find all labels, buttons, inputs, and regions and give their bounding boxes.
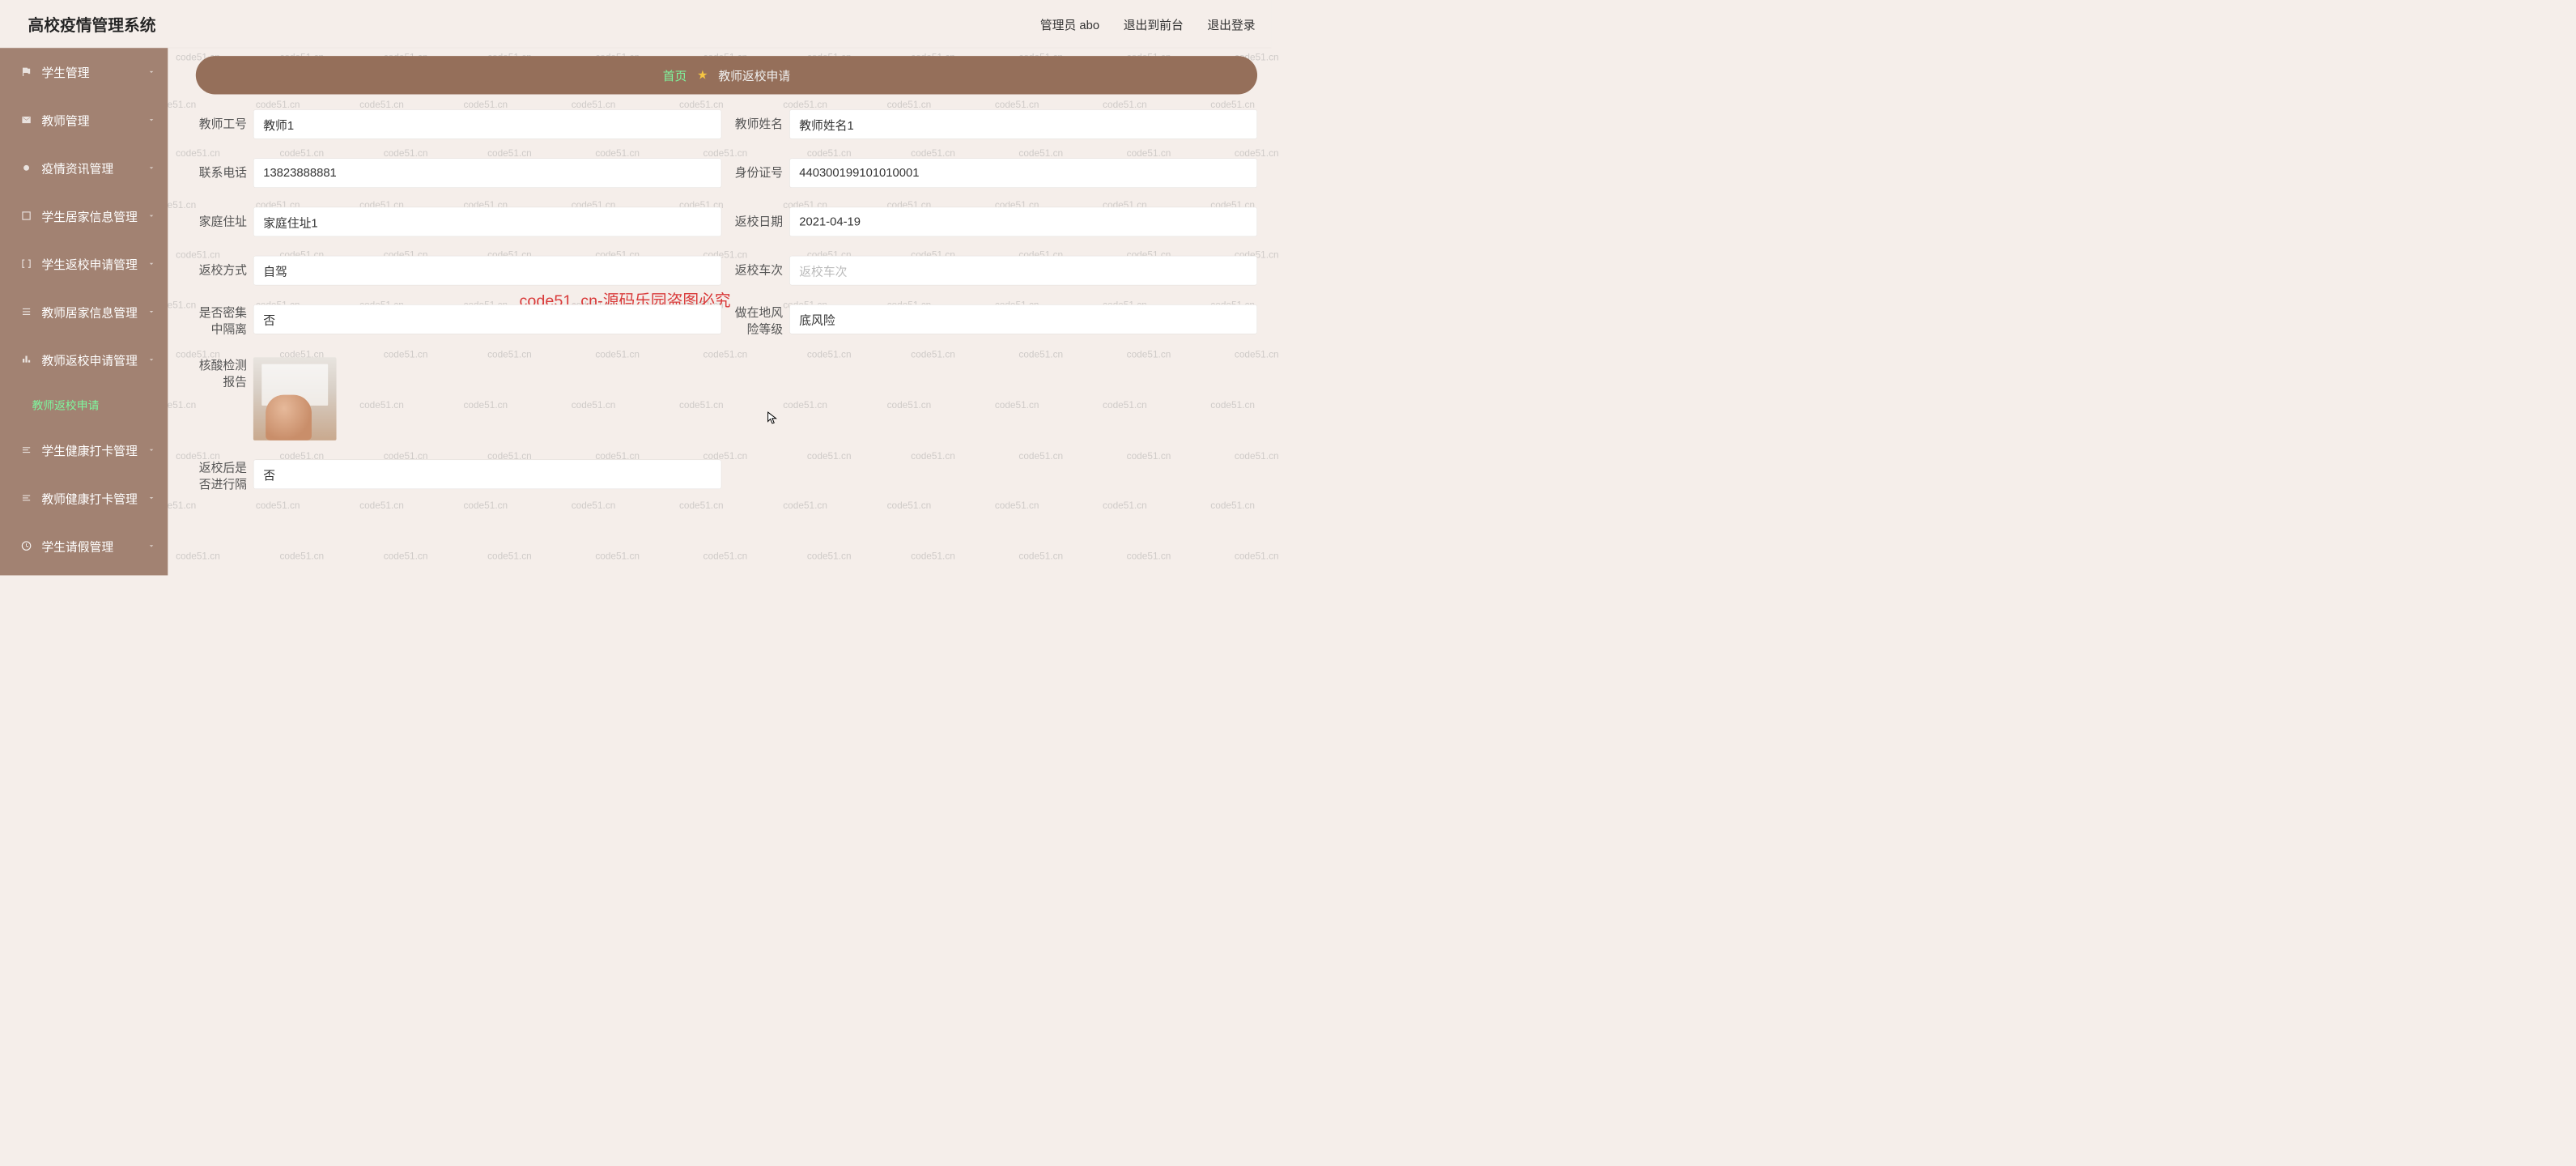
chevron-down-icon: [147, 355, 156, 364]
sidebar-item-label: 教师居家信息管理: [41, 303, 137, 321]
label-return-date: 返校日期: [732, 207, 789, 237]
sidebar-item[interactable]: 学生请假管理: [0, 522, 168, 570]
form-area: 教师工号 教师1 教师姓名 教师姓名1 联系电话 13823888881 身份证…: [196, 109, 1257, 493]
sidebar-item-label: 教师健康打卡管理: [41, 489, 137, 507]
label-return-train: 返校车次: [732, 256, 789, 286]
sidebar-item[interactable]: 教师居家信息管理: [0, 287, 168, 335]
clock-icon: [19, 540, 35, 551]
tab-current[interactable]: 教师返校申请: [718, 66, 790, 84]
input-teacher-id[interactable]: 教师1: [253, 109, 721, 139]
input-return-train[interactable]: 返校车次: [789, 256, 1257, 286]
input-is-dense[interactable]: 否: [253, 304, 721, 334]
bars-icon: [19, 354, 35, 365]
sidebar: 学生管理教师管理疫情资讯管理学生居家信息管理学生返校申请管理教师居家信息管理教师…: [0, 48, 168, 575]
mail-icon: [19, 114, 35, 126]
chevron-down-icon: [147, 259, 156, 268]
label-id-no: 身份证号: [732, 158, 789, 188]
label-phone: 联系电话: [196, 158, 253, 188]
sidebar-item-label: 学生管理: [41, 63, 89, 81]
label-return-method: 返校方式: [196, 256, 253, 286]
chevron-down-icon: [147, 542, 156, 551]
sidebar-item[interactable]: 教师健康打卡管理: [0, 474, 168, 521]
sidebar-item-label: 学生返校申请管理: [41, 255, 137, 273]
tabs-bar: 首页 ★ 教师返校申请: [196, 56, 1257, 94]
input-risk-level[interactable]: 底风险: [789, 304, 1257, 334]
input-teacher-name[interactable]: 教师姓名1: [789, 109, 1257, 139]
user-label[interactable]: 管理员 abo: [1040, 15, 1099, 33]
label-risk-level: 做在地风 险等级: [732, 304, 789, 338]
sidebar-item[interactable]: 学生健康打卡管理: [0, 426, 168, 474]
square-icon: [19, 211, 35, 222]
sidebar-item-label: 疫情资讯管理: [41, 159, 113, 177]
nat-report-image[interactable]: [253, 357, 337, 440]
chevron-down-icon: [147, 493, 156, 502]
input-id-no[interactable]: 440300199101010001: [789, 158, 1257, 188]
label-home-addr: 家庭住址: [196, 207, 253, 237]
sidebar-item-label: 学生健康打卡管理: [41, 441, 137, 459]
input-return-method[interactable]: 自驾: [253, 256, 721, 286]
tab-home[interactable]: 首页: [663, 66, 687, 84]
label-is-dense: 是否密集 中隔离: [196, 304, 253, 338]
sidebar-item-label: 教师管理: [41, 111, 89, 129]
sidebar-item[interactable]: 学生管理: [0, 48, 168, 96]
sidebar-item-label: 教师返校申请管理: [41, 351, 137, 368]
sidebar-item-label: 学生请假管理: [41, 537, 113, 555]
input-home-addr[interactable]: 家庭住址1: [253, 207, 721, 237]
sidebar-item[interactable]: 疫情资讯管理: [0, 144, 168, 192]
chevron-down-icon: [147, 116, 156, 125]
lines-icon: [19, 445, 35, 456]
flag-icon: [19, 66, 35, 78]
chevron-down-icon: [147, 308, 156, 317]
sidebar-item[interactable]: 教师返校申请管理: [0, 336, 168, 384]
chevron-down-icon: [147, 164, 156, 172]
chevron-down-icon: [147, 445, 156, 454]
chevron-down-icon: [147, 211, 156, 220]
main-content: 首页 ★ 教师返校申请 教师工号 教师1 教师姓名 教师姓名1 联系电话: [168, 48, 1271, 575]
label-teacher-id: 教师工号: [196, 109, 253, 139]
brackets-icon: [19, 258, 35, 270]
input-return-date[interactable]: 2021-04-19: [789, 207, 1257, 237]
sidebar-subitem[interactable]: 教师返校申请: [0, 384, 168, 426]
top-header: 高校疫情管理系统 管理员 abo 退出到前台 退出登录: [0, 0, 1271, 48]
label-after-return-quarantine: 返校后是 否进行隔: [196, 460, 253, 493]
label-teacher-name: 教师姓名: [732, 109, 789, 139]
input-after-return-quarantine[interactable]: 否: [253, 460, 721, 490]
header-right: 管理员 abo 退出到前台 退出登录: [1040, 15, 1256, 33]
sidebar-item[interactable]: 教师管理: [0, 96, 168, 143]
sidebar-item[interactable]: 学生居家信息管理: [0, 192, 168, 240]
chevron-down-icon: [147, 67, 156, 76]
dot-icon: [19, 162, 35, 173]
star-icon: ★: [697, 68, 708, 82]
sidebar-item-label: 教师返校申请: [32, 397, 99, 413]
input-phone[interactable]: 13823888881: [253, 158, 721, 188]
logout-link[interactable]: 退出登录: [1207, 15, 1255, 33]
sidebar-item[interactable]: 学生返校申请管理: [0, 240, 168, 287]
sidebar-item-label: 学生居家信息管理: [41, 207, 137, 225]
logout-frontend-link[interactable]: 退出到前台: [1124, 15, 1184, 33]
brand-title: 高校疫情管理系统: [28, 12, 156, 36]
list-icon: [19, 306, 35, 317]
label-nat-report: 核酸检测 报告: [196, 357, 253, 390]
lines-icon: [19, 492, 35, 504]
